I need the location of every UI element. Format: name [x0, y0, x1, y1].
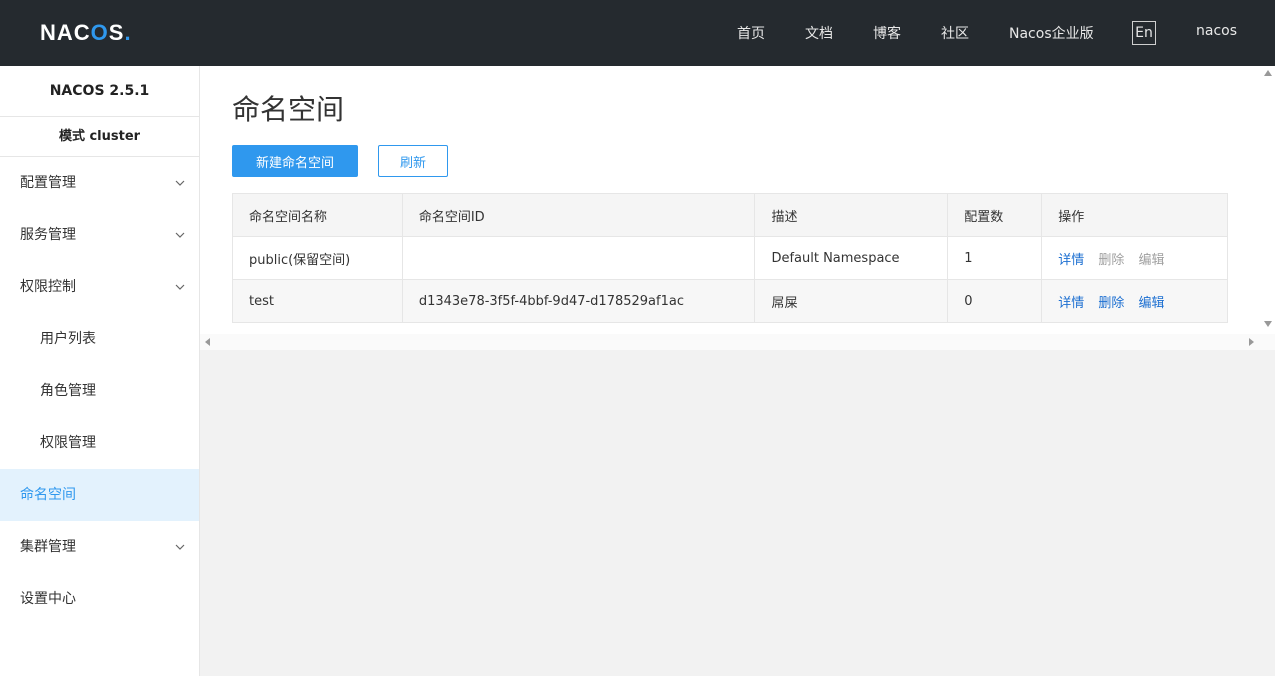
cell-id — [401, 236, 756, 280]
sidebar-item-label: 角色管理 — [40, 383, 96, 399]
nav-community[interactable]: 社区 — [941, 23, 969, 43]
mode-label: 模式 cluster — [0, 117, 199, 157]
create-namespace-button[interactable]: 新建命名空间 — [232, 145, 358, 177]
sidebar-item-namespace[interactable]: 命名空间 — [0, 469, 199, 521]
language-switch-button[interactable]: En — [1132, 21, 1156, 45]
chevron-down-icon — [175, 544, 185, 550]
page-title: 命名空间 — [232, 93, 345, 126]
top-navbar: NACOS. 首页 文档 博客 社区 Nacos企业版 En nacos — [0, 0, 1275, 66]
sidebar-item-label: 命名空间 — [20, 487, 76, 503]
sidebar-item-label: 服务管理 — [20, 227, 76, 243]
nav-blog[interactable]: 博客 — [873, 23, 901, 43]
sidebar-item-role-management[interactable]: 角色管理 — [0, 365, 199, 417]
sidebar-item-permission-management[interactable]: 权限管理 — [0, 417, 199, 469]
column-header-description: 描述 — [754, 193, 949, 237]
sidebar-item-access-control[interactable]: 权限控制 — [0, 261, 199, 313]
sidebar-item-cluster-management[interactable]: 集群管理 — [0, 521, 199, 573]
column-header-name: 命名空间名称 — [232, 193, 403, 237]
namespace-table: 命名空间名称 命名空间ID 描述 配置数 操作 public(保留空间) Def… — [232, 193, 1228, 323]
column-header-actions: 操作 — [1041, 193, 1228, 237]
nav-home[interactable]: 首页 — [737, 23, 765, 43]
table-row: test d1343e78-3f5f-4bbf-9d47-d178529af1a… — [232, 279, 1228, 323]
sidebar-item-user-list[interactable]: 用户列表 — [0, 313, 199, 365]
nav-docs[interactable]: 文档 — [805, 23, 833, 43]
edit-link: 编辑 — [1138, 252, 1165, 268]
cell-config-count: 1 — [947, 236, 1043, 280]
details-link[interactable]: 详情 — [1058, 296, 1084, 311]
nav-enterprise[interactable]: Nacos企业版 — [1009, 23, 1094, 43]
table-row: public(保留空间) Default Namespace 1 详情 删除 编… — [232, 236, 1228, 280]
table-header-row: 命名空间名称 命名空间ID 描述 配置数 操作 — [232, 193, 1228, 237]
user-menu[interactable]: nacos — [1196, 23, 1237, 39]
sidebar-item-label: 设置中心 — [20, 591, 76, 607]
cell-id: d1343e78-3f5f-4bbf-9d47-d178529af1ac — [401, 279, 756, 323]
version-label: NACOS 2.5.1 — [0, 66, 199, 117]
sidebar-item-label: 权限控制 — [20, 279, 76, 295]
column-header-id: 命名空间ID — [401, 193, 756, 237]
delete-link[interactable]: 删除 — [1098, 296, 1124, 311]
column-header-config-count: 配置数 — [947, 193, 1043, 237]
scroll-right-arrow-icon[interactable] — [1249, 338, 1254, 346]
sidebar: NACOS 2.5.1 模式 cluster 配置管理 服务管理 权限控制 用户… — [0, 66, 200, 676]
logo-text-accent: O — [90, 20, 109, 45]
cell-actions: 详情 删除 编辑 — [1041, 279, 1228, 323]
refresh-button[interactable]: 刷新 — [378, 145, 448, 177]
chevron-down-icon — [175, 180, 185, 186]
sidebar-item-label: 用户列表 — [40, 331, 96, 347]
details-link[interactable]: 详情 — [1058, 253, 1084, 268]
cell-description: 屌屎 — [754, 279, 949, 323]
scroll-down-arrow-icon[interactable] — [1264, 321, 1272, 327]
main-content: 命名空间 新建命名空间 刷新 命名空间名称 命名空间ID 描述 配置数 操作 p… — [200, 66, 1275, 350]
logo-dot: . — [124, 20, 132, 45]
delete-link: 删除 — [1098, 252, 1125, 268]
nacos-logo[interactable]: NACOS. — [40, 20, 132, 46]
sidebar-item-label: 配置管理 — [20, 175, 76, 191]
sidebar-item-label: 权限管理 — [40, 435, 96, 451]
scroll-up-arrow-icon[interactable] — [1264, 70, 1272, 76]
sidebar-item-service-management[interactable]: 服务管理 — [0, 209, 199, 261]
cell-config-count: 0 — [947, 279, 1043, 323]
logo-text-end: S — [108, 20, 125, 45]
cell-name: public(保留空间) — [232, 236, 403, 280]
scroll-left-arrow-icon[interactable] — [205, 338, 210, 346]
logo-text: NAC — [40, 20, 91, 45]
sidebar-item-label: 集群管理 — [20, 539, 76, 555]
cell-description: Default Namespace — [754, 236, 949, 280]
edit-link[interactable]: 编辑 — [1139, 296, 1165, 311]
sidebar-item-settings[interactable]: 设置中心 — [0, 573, 199, 625]
cell-actions: 详情 删除 编辑 — [1041, 236, 1228, 280]
cell-name: test — [232, 279, 403, 323]
chevron-down-icon — [175, 232, 185, 238]
horizontal-scrollbar[interactable] — [200, 334, 1275, 350]
sidebar-item-config-management[interactable]: 配置管理 — [0, 157, 199, 209]
chevron-down-icon — [175, 284, 185, 290]
